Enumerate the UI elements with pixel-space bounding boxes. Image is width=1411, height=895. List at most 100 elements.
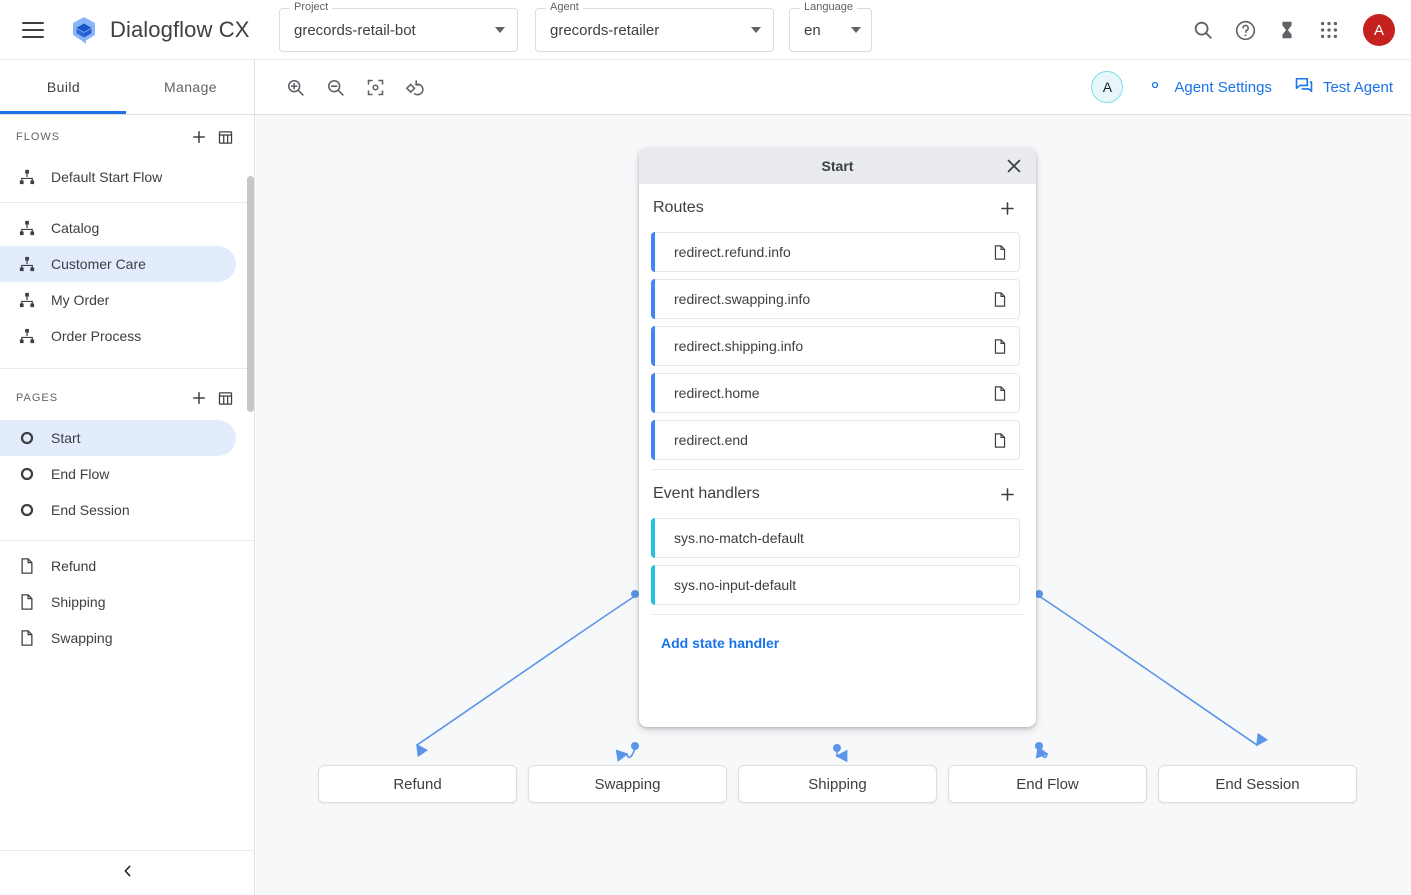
collapse-sidebar-button[interactable] — [0, 850, 255, 895]
hamburger-menu-icon[interactable] — [22, 22, 44, 38]
route-label: redirect.shipping.info — [674, 338, 989, 354]
zoom-out-icon[interactable] — [323, 75, 347, 99]
page-icon — [16, 593, 38, 611]
help-icon[interactable] — [1233, 18, 1257, 42]
add-state-handler-link[interactable]: Add state handler — [639, 615, 1036, 651]
sidebar-item-shipping[interactable]: Shipping — [0, 584, 236, 620]
circle-icon — [16, 466, 38, 482]
event-handlers-title: Event handlers — [653, 485, 996, 503]
edge-port-shipping — [833, 744, 841, 752]
event-handler-row[interactable]: sys.no-match-default — [651, 518, 1020, 558]
route-label: redirect.home — [674, 385, 989, 401]
agent-settings-label: Agent Settings — [1174, 79, 1272, 96]
hourglass-icon[interactable] — [1275, 18, 1299, 42]
user-avatar[interactable]: A — [1363, 14, 1395, 46]
fit-to-screen-icon[interactable] — [363, 75, 387, 99]
sidebar-item-refund[interactable]: Refund — [0, 548, 236, 584]
sidebar-item-end-flow[interactable]: End Flow — [0, 456, 236, 492]
sidebar-item-start[interactable]: Start — [0, 420, 236, 456]
add-page-icon[interactable] — [186, 385, 212, 411]
event-handlers-list: sys.no-match-default sys.no-input-defaul… — [639, 518, 1036, 605]
pages-section-title: PAGES — [16, 392, 186, 404]
agent-initial-chip[interactable]: A — [1091, 71, 1123, 103]
add-route-icon[interactable] — [996, 197, 1018, 219]
page-icon[interactable] — [989, 244, 1011, 261]
sidebar-scrollbar[interactable] — [247, 176, 254, 412]
sidebar-item-order-process[interactable]: Order Process — [0, 318, 236, 354]
reset-view-icon[interactable] — [403, 75, 427, 99]
pages-list-view-icon[interactable] — [212, 385, 238, 411]
tab-manage[interactable]: Manage — [127, 60, 254, 114]
gear-icon — [1145, 75, 1165, 99]
flow-node-end-session[interactable]: End Session — [1158, 765, 1357, 803]
flow-canvas[interactable]: Start Routes redirect.refund.info — [256, 115, 1411, 895]
route-label: redirect.swapping.info — [674, 291, 989, 307]
top-header-bar: Dialogflow CX Project grecords-retail-bo… — [0, 0, 1411, 60]
page-icon[interactable] — [989, 291, 1011, 308]
flow-node-swapping[interactable]: Swapping — [528, 765, 727, 803]
pages-divider — [0, 368, 254, 369]
add-flow-icon[interactable] — [186, 124, 212, 150]
route-row[interactable]: redirect.refund.info — [651, 232, 1020, 272]
sidebar-item-catalog[interactable]: Catalog — [0, 210, 236, 246]
event-handler-row[interactable]: sys.no-input-default — [651, 565, 1020, 605]
flow-node-refund[interactable]: Refund — [318, 765, 517, 803]
routes-list: redirect.refund.info redirect.swapping.i… — [639, 232, 1036, 460]
sidebar-item-my-order[interactable]: My Order — [0, 282, 236, 318]
sidebar-item-end-session[interactable]: End Session — [0, 492, 236, 528]
panel-header: Start — [639, 148, 1036, 184]
edge-port-refund — [631, 590, 639, 598]
page-icon[interactable] — [989, 338, 1011, 355]
agent-settings-button[interactable]: Agent Settings — [1145, 75, 1272, 99]
brand-logo-area: Dialogflow CX — [68, 14, 249, 46]
flow-node-end-flow[interactable]: End Flow — [948, 765, 1147, 803]
canvas-zoom-tools — [283, 75, 427, 99]
edge-port-endsession — [1035, 590, 1043, 598]
flows-list-view-icon[interactable] — [212, 124, 238, 150]
event-handler-label: sys.no-input-default — [674, 577, 1019, 593]
search-icon[interactable] — [1191, 18, 1215, 42]
edge-to-swapping — [627, 748, 635, 757]
zoom-in-icon[interactable] — [283, 75, 307, 99]
language-select-label: Language — [800, 1, 857, 13]
routes-section-header: Routes — [639, 184, 1036, 232]
flow-node-shipping[interactable]: Shipping — [738, 765, 937, 803]
brand-title: Dialogflow CX — [110, 17, 249, 43]
start-page-panel: Start Routes redirect.refund.info — [639, 148, 1036, 727]
route-row[interactable]: redirect.shipping.info — [651, 326, 1020, 366]
sidebar-item-label: End Flow — [51, 466, 109, 482]
canvas-toolbar: A Agent Settings Test Agent — [255, 60, 1411, 115]
edge-to-endflow — [1039, 748, 1047, 757]
add-event-handler-icon[interactable] — [996, 483, 1018, 505]
edge-to-endsession — [1039, 596, 1257, 745]
flow-icon — [16, 255, 38, 273]
flow-icon — [16, 219, 38, 237]
sidebar-item-default-start-flow[interactable]: Default Start Flow — [0, 159, 236, 195]
sidebar-item-label: Order Process — [51, 328, 141, 344]
sidebar-item-label: Swapping — [51, 630, 113, 646]
sidebar-item-swapping[interactable]: Swapping — [0, 620, 236, 656]
page-icon[interactable] — [989, 385, 1011, 402]
agent-select-label: Agent — [546, 1, 583, 13]
sidebar-item-label: Refund — [51, 558, 96, 574]
edge-port-swapping — [631, 742, 639, 750]
test-agent-label: Test Agent — [1323, 79, 1393, 96]
agent-select[interactable]: Agent grecords-retailer — [535, 8, 774, 52]
route-row[interactable]: redirect.swapping.info — [651, 279, 1020, 319]
edge-port-endflow — [1035, 742, 1043, 750]
route-row[interactable]: redirect.home — [651, 373, 1020, 413]
chevron-down-icon — [751, 27, 761, 33]
test-agent-button[interactable]: Test Agent — [1294, 75, 1393, 99]
apps-grid-icon[interactable] — [1317, 18, 1341, 42]
chat-icon — [1294, 75, 1314, 99]
tab-build[interactable]: Build — [0, 60, 127, 114]
close-icon[interactable] — [1004, 156, 1024, 176]
page-icon[interactable] — [989, 432, 1011, 449]
language-select[interactable]: Language en — [789, 8, 872, 52]
project-select[interactable]: Project grecords-retail-bot — [279, 8, 518, 52]
sidebar-item-label: End Session — [51, 502, 130, 518]
route-row[interactable]: redirect.end — [651, 420, 1020, 460]
flows-section-header: FLOWS — [0, 115, 254, 159]
sidebar-item-label: Default Start Flow — [51, 169, 162, 185]
sidebar-item-customer-care[interactable]: Customer Care — [0, 246, 236, 282]
